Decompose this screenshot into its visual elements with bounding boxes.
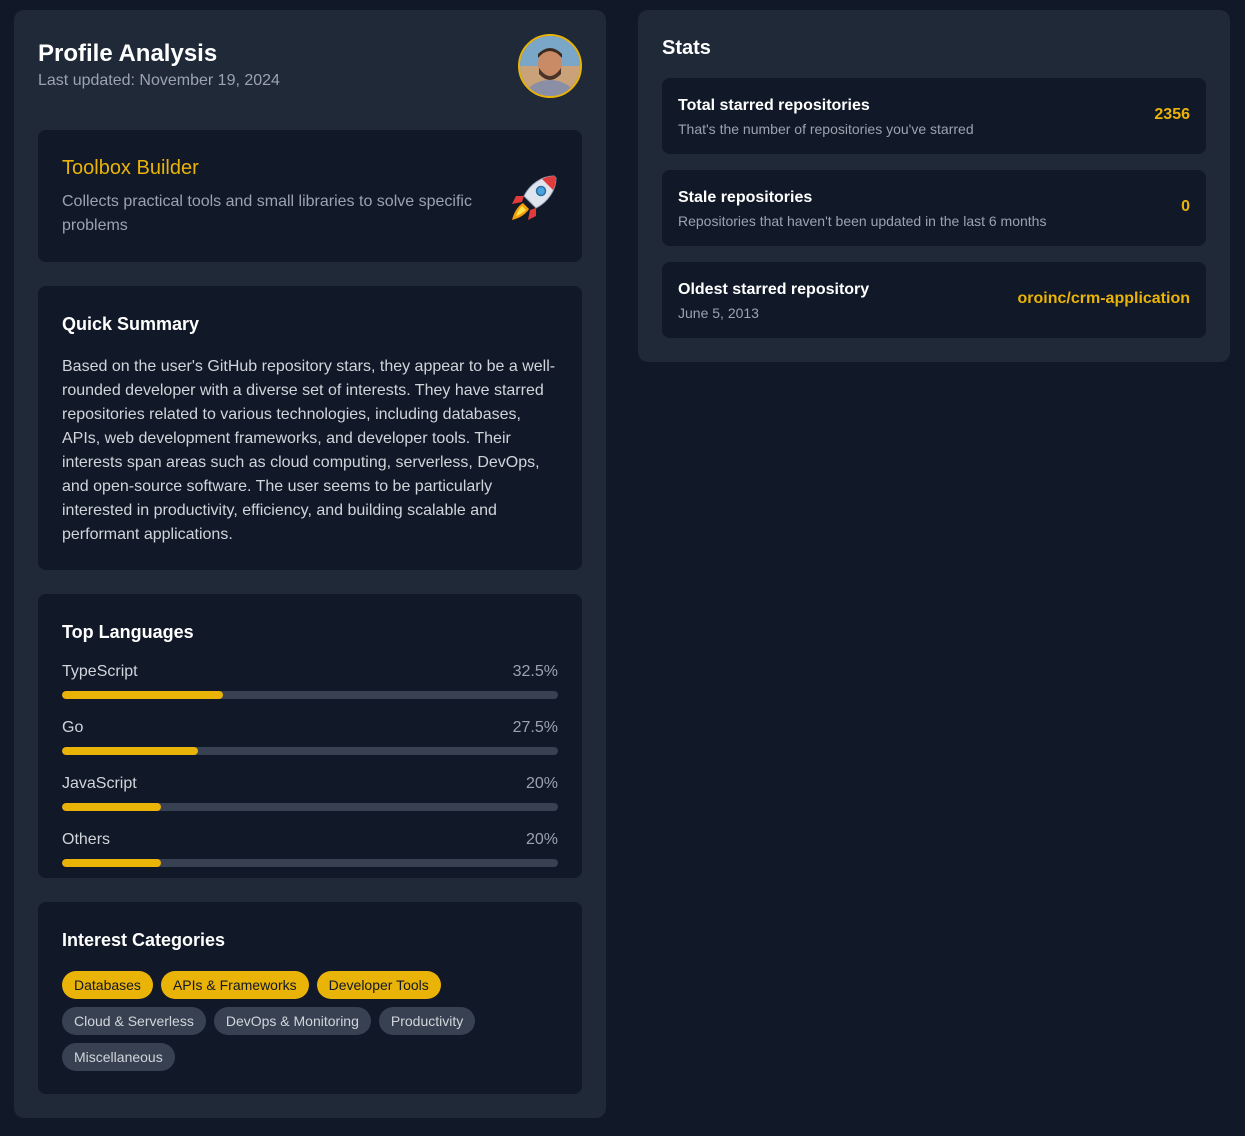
persona-description: Collects practical tools and small libra… <box>62 193 472 234</box>
stat-label: Oldest starred repository <box>678 281 870 298</box>
stats-heading: Stats <box>662 37 711 59</box>
interest-chip[interactable]: APIs & Frameworks <box>160 971 309 999</box>
language-item: TypeScript 32.5% <box>62 663 558 699</box>
quick-summary-text: Based on the user's GitHub repository st… <box>62 358 556 543</box>
language-progress-track <box>62 859 558 867</box>
language-progress-fill <box>62 859 162 867</box>
stat-label: Stale repositories <box>678 189 813 206</box>
interest-chip[interactable]: Databases <box>62 971 153 999</box>
stat-description: That's the number of repositories you've… <box>678 121 974 137</box>
page-title: Profile Analysis <box>38 40 218 67</box>
top-languages-card: Top Languages TypeScript 32.5% Go 27.5% … <box>38 594 582 878</box>
language-item: JavaScript 20% <box>62 775 558 811</box>
language-list: TypeScript 32.5% Go 27.5% JavaScript 20% <box>62 663 558 867</box>
persona-title: Toolbox Builder <box>62 157 199 179</box>
stat-description: Repositories that haven't been updated i… <box>678 213 1047 229</box>
language-item: Others 20% <box>62 831 558 867</box>
language-percent: 32.5% <box>512 663 558 680</box>
interest-chip[interactable]: Miscellaneous <box>62 1043 175 1071</box>
language-percent: 20% <box>525 775 558 792</box>
stat-card-stale: Stale repositories Repositories that hav… <box>662 170 1206 246</box>
avatar[interactable] <box>518 34 582 98</box>
stat-label: Total starred repositories <box>678 97 870 114</box>
stats-panel: Stats Total starred repositories That's … <box>638 10 1230 362</box>
language-percent: 27.5% <box>512 719 558 736</box>
language-name: JavaScript <box>62 775 137 792</box>
language-item: Go 27.5% <box>62 719 558 755</box>
language-name: Others <box>62 831 111 848</box>
stat-card-total-starred: Total starred repositories That's the nu… <box>662 78 1206 154</box>
stat-value: 2356 <box>1154 106 1190 123</box>
language-name: Go <box>62 719 84 736</box>
language-name: TypeScript <box>62 663 138 680</box>
interest-chip[interactable]: Developer Tools <box>316 971 441 999</box>
stat-description: June 5, 2013 <box>678 305 759 321</box>
interest-chip[interactable]: DevOps & Monitoring <box>213 1007 371 1035</box>
oldest-repo-link[interactable]: oroinc/crm-application <box>1018 290 1190 308</box>
user-avatar-icon <box>520 36 580 96</box>
language-percent: 20% <box>525 831 558 848</box>
stat-value: 0 <box>1181 198 1190 215</box>
interest-categories-heading: Interest Categories <box>62 930 226 950</box>
profile-header: Profile Analysis Last updated: November … <box>38 10 582 130</box>
interest-chip[interactable]: Cloud & Serverless <box>62 1007 206 1035</box>
rocket-icon <box>512 175 557 220</box>
language-progress-track <box>62 691 558 699</box>
quick-summary-card: Quick Summary Based on the user's GitHub… <box>38 286 582 570</box>
quick-summary-heading: Quick Summary <box>62 314 200 334</box>
language-progress-fill <box>62 803 162 811</box>
language-progress-track <box>62 747 558 755</box>
persona-card: Toolbox Builder Collects practical tools… <box>38 130 582 262</box>
interest-chip[interactable]: Productivity <box>378 1007 476 1035</box>
stat-card-oldest: Oldest starred repository June 5, 2013 o… <box>662 262 1206 338</box>
interest-categories-card: Interest Categories Databases APIs & Fra… <box>38 902 582 1094</box>
language-progress-fill <box>62 691 224 699</box>
top-languages-heading: Top Languages <box>62 622 194 642</box>
language-progress-fill <box>62 747 199 755</box>
interest-chip-list: Databases APIs & Frameworks Developer To… <box>62 971 502 1071</box>
language-progress-track <box>62 803 558 811</box>
profile-analysis-panel: Profile Analysis Last updated: November … <box>14 10 606 1118</box>
last-updated-text: Last updated: November 19, 2024 <box>38 72 280 89</box>
